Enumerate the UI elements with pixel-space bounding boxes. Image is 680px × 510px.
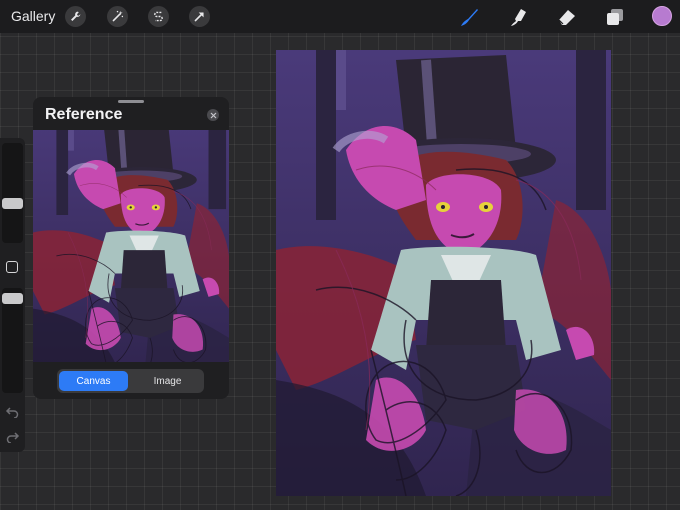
top-toolbar: Gallery bbox=[0, 0, 680, 33]
modify-square-icon[interactable] bbox=[6, 261, 18, 273]
reference-artwork bbox=[33, 130, 229, 362]
close-icon[interactable] bbox=[207, 109, 219, 121]
tab-canvas[interactable]: Canvas bbox=[59, 371, 128, 391]
opacity-handle[interactable] bbox=[2, 293, 23, 304]
transform-arrow-icon[interactable] bbox=[189, 6, 210, 27]
panel-title: Reference bbox=[45, 106, 123, 123]
tab-image[interactable]: Image bbox=[133, 371, 202, 391]
brush-icon[interactable] bbox=[458, 6, 480, 28]
redo-icon[interactable] bbox=[5, 431, 20, 443]
gallery-button[interactable]: Gallery bbox=[11, 8, 55, 24]
reference-panel[interactable]: Reference Canvas Image bbox=[33, 97, 229, 399]
panel-grabber[interactable] bbox=[118, 100, 144, 103]
layers-icon[interactable] bbox=[604, 6, 626, 28]
brush-size-slider[interactable] bbox=[2, 143, 23, 243]
brush-size-handle[interactable] bbox=[2, 197, 23, 209]
eraser-icon[interactable] bbox=[556, 6, 578, 28]
selection-icon[interactable] bbox=[148, 6, 169, 27]
undo-icon[interactable] bbox=[5, 406, 20, 418]
left-sidebar bbox=[0, 138, 25, 452]
reference-mode-toggle: Canvas Image bbox=[57, 369, 204, 393]
magic-wand-icon[interactable] bbox=[107, 6, 128, 27]
reference-preview bbox=[33, 130, 229, 362]
canvas-artwork bbox=[276, 50, 611, 496]
drawing-canvas[interactable] bbox=[276, 50, 611, 496]
wrench-icon[interactable] bbox=[65, 6, 86, 27]
smudge-icon[interactable] bbox=[507, 6, 529, 28]
color-picker-button[interactable] bbox=[652, 6, 672, 26]
